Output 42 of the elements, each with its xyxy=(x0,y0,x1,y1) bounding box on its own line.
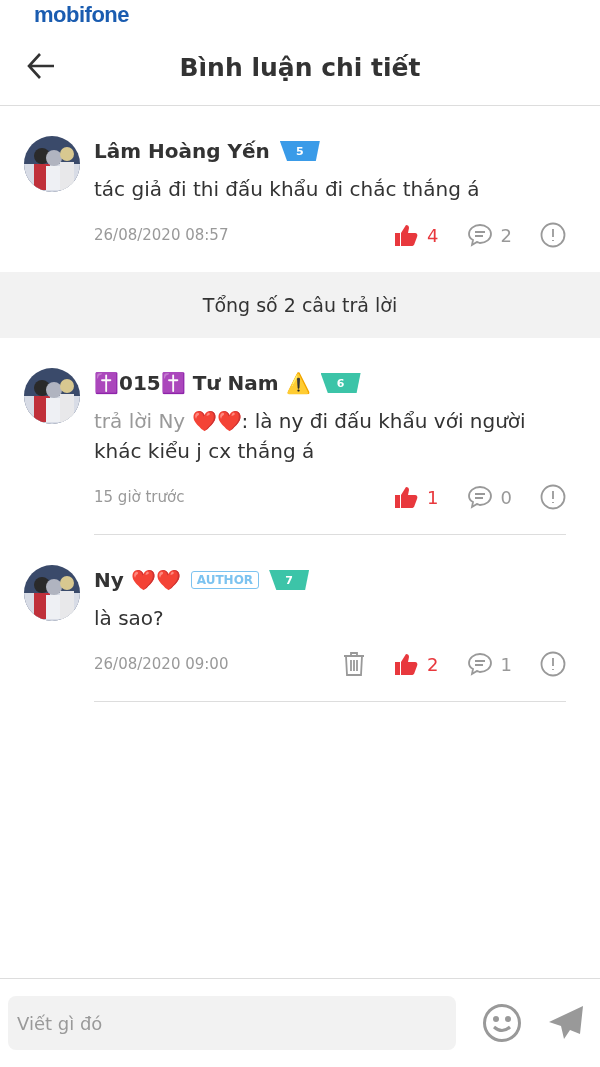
user-name: Ny ❤❤ xyxy=(94,568,181,592)
level-badge: 6 xyxy=(320,373,361,393)
comment-icon xyxy=(466,652,493,676)
comment-icon xyxy=(466,223,493,247)
user-name: ✝015✝ Tư Nam ⚠ xyxy=(94,371,311,395)
delete-button[interactable] xyxy=(343,651,366,677)
back-arrow-icon xyxy=(26,52,56,80)
comment-text: trả lời Ny ❤❤: là ny đi đấu khẩu với người khác kiểu j cx thắng á xyxy=(94,408,527,465)
comment-icon xyxy=(466,485,493,509)
like-button[interactable]: 1 xyxy=(393,485,439,509)
level-badge: 7 xyxy=(269,570,310,590)
reply-button[interactable]: 0 xyxy=(466,485,512,509)
warning-icon xyxy=(540,222,566,248)
thumbs-up-icon xyxy=(393,223,420,247)
report-button[interactable] xyxy=(540,222,566,248)
user-name: Lâm Hoàng Yến xyxy=(94,139,270,163)
page-title: Bình luận chi tiết xyxy=(179,53,421,82)
thumbs-up-icon xyxy=(393,485,420,509)
smiley-icon xyxy=(482,1003,522,1043)
author-tag: AUTHOR xyxy=(190,571,260,589)
reply-button[interactable]: 2 xyxy=(466,223,512,247)
like-button[interactable]: 2 xyxy=(393,652,439,676)
level-badge: 5 xyxy=(279,141,320,161)
comment-time: 26/08/2020 08:57 xyxy=(94,226,230,244)
emoji-button[interactable] xyxy=(482,1003,522,1043)
thumbs-up-icon xyxy=(393,652,420,676)
like-button[interactable]: 4 xyxy=(393,223,439,247)
warning-icon xyxy=(540,651,566,677)
comment-text: tác giả đi thi đấu khẩu đi chắc thắng á xyxy=(94,176,481,203)
comment-input-field[interactable]: Viết gì đó xyxy=(8,996,456,1050)
report-button[interactable] xyxy=(540,651,566,677)
paper-plane-icon xyxy=(548,1005,584,1041)
comment-time: 26/08/2020 09:00 xyxy=(94,655,230,673)
reply-button[interactable]: 1 xyxy=(466,652,512,676)
reply-count: Tổng số 2 câu trả lời xyxy=(202,294,398,316)
comment-text: là sao? xyxy=(94,605,165,632)
trash-icon xyxy=(343,651,366,677)
send-button[interactable] xyxy=(548,1005,584,1041)
comment-time: 15 giờ trước xyxy=(94,488,186,506)
carrier-logo: mobifone xyxy=(34,2,129,28)
warning-icon xyxy=(540,484,566,510)
report-button[interactable] xyxy=(540,484,566,510)
